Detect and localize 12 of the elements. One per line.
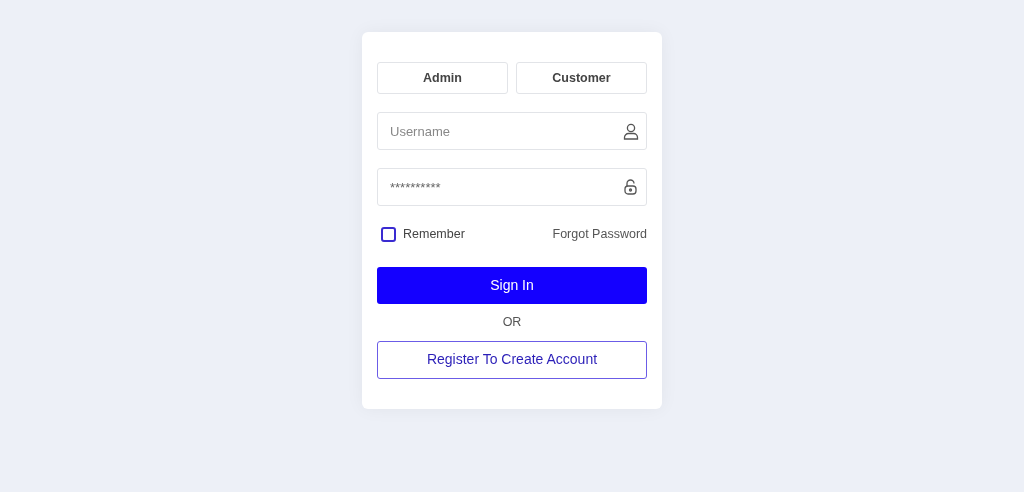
role-tab[interactable]: Admin xyxy=(377,62,508,94)
sign-in-button[interactable]: Sign In xyxy=(377,267,647,304)
remember-checkbox[interactable] xyxy=(381,226,396,242)
or-divider: OR xyxy=(502,314,522,331)
lock-icon xyxy=(624,179,637,195)
role-tab[interactable]: Customer xyxy=(516,62,647,94)
remember-label: Remember xyxy=(403,225,465,243)
register-button[interactable]: Register To Create Account xyxy=(377,340,647,379)
username-field[interactable]: Username xyxy=(377,112,647,150)
forgot-password-link[interactable]: Forgot Password xyxy=(552,224,647,244)
password-field[interactable]: ********** xyxy=(377,168,647,206)
person-icon xyxy=(623,123,639,140)
